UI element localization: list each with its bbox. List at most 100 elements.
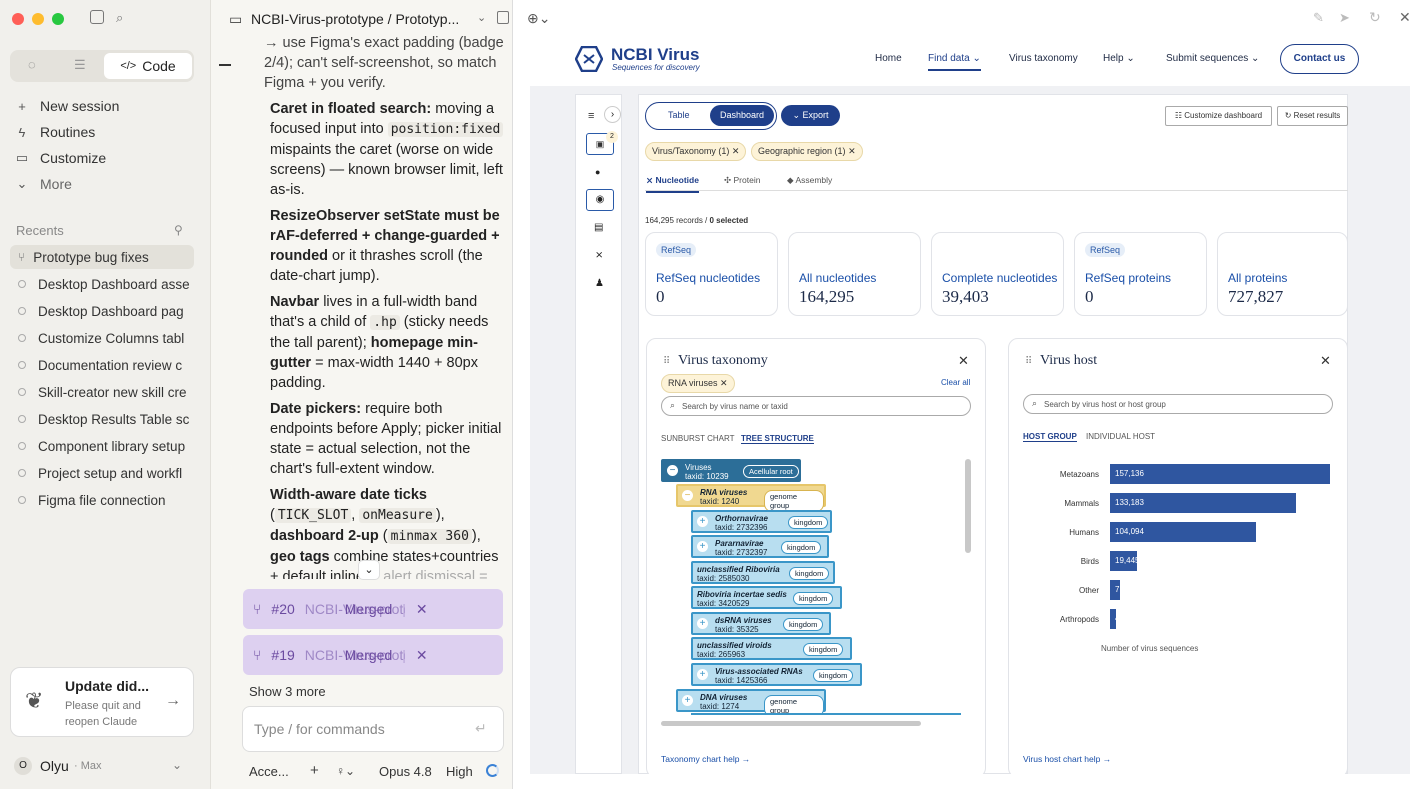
taxonomy-help-link[interactable]: Taxonomy chart help → [661,754,750,764]
nav-virus-taxonomy[interactable]: Virus taxonomy [1009,53,1078,64]
chevron-down-icon[interactable]: ⌄ [172,758,182,772]
close-icon[interactable]: ✕ [416,601,428,618]
tree-node[interactable]: + Orthornavirae taxid: 2732396 kingdom [691,510,832,533]
stat-card[interactable]: All nucleotides 164,295 [788,232,921,316]
more-button[interactable]: ⌄ More [14,173,72,195]
search-icon[interactable]: ⌕ [116,10,123,26]
bar[interactable]: 4,508 [1110,609,1135,629]
tree-node[interactable]: + Virus-associated RNAs taxid: 1425366 king… [691,663,862,686]
nav-home[interactable]: Home [875,53,902,64]
nav-help[interactable]: Help ⌄ [1103,53,1135,64]
avatar[interactable]: O [14,757,32,775]
user-name[interactable]: Olyu [40,758,69,774]
host-icon[interactable]: ♟ [595,278,604,289]
tree-node[interactable]: + DNA viruses taxid: 1274 genome group [676,689,826,715]
drag-handle-icon[interactable]: ⠿ [1025,356,1032,367]
stat-card[interactable]: All proteins 727,827 [1217,232,1348,316]
zoom-window-button[interactable] [52,13,64,25]
effort-selector[interactable]: High [446,764,473,779]
geography-icon[interactable]: ◉ [586,189,614,211]
nav-submit[interactable]: Submit sequences ⌄ [1166,53,1259,64]
routines-button[interactable]: ϟ Routines [14,121,96,143]
tab-table[interactable]: Table [668,110,690,120]
tab-individual-host[interactable]: INDIVIDUAL HOST [1086,432,1155,441]
chevron-down-icon[interactable]: ⌄ [477,11,486,24]
stat-card[interactable]: Complete nucleotides 39,403 [931,232,1064,316]
sidebar-toggle-icon[interactable] [90,10,104,24]
tab-protein[interactable]: ✣ Protein [724,175,760,186]
tab-assembly[interactable]: ◆ Assembly [787,175,832,186]
recent-item[interactable]: Figma file connection [10,488,194,512]
host-search-input[interactable]: ⌕ Search by virus host or host group [1023,394,1333,414]
filter-chip[interactable]: Geographic region (1) ✕ [751,142,863,161]
tree-node[interactable]: Riboviria incertae sedis taxid: 3420529 ki… [691,586,842,609]
dna-icon[interactable]: ⨯ [595,250,603,261]
minimize-window-button[interactable] [32,13,44,25]
microphone-icon[interactable]: ♀⌄ [336,764,355,778]
contact-us-button[interactable]: Contact us [1280,44,1359,74]
globe-icon[interactable]: ⊕⌄ [527,10,550,27]
scroll-down-button[interactable]: ⌄ [358,560,380,580]
check-icon[interactable]: ● [595,167,600,177]
close-icon[interactable]: ✕ [848,146,856,156]
close-icon[interactable]: ✕ [720,378,728,388]
tree-node[interactable]: unclassified Riboviria taxid: 2585030 king… [691,561,835,584]
reset-results-button[interactable]: ↻ Reset results [1277,106,1348,126]
recent-item[interactable]: Component library setup [10,434,194,458]
calendar-icon[interactable]: ▤ [594,222,603,233]
pencil-icon[interactable]: ✎ [1313,10,1324,26]
close-icon[interactable]: ✕ [416,647,428,664]
recent-item[interactable]: Desktop Dashboard pag [10,299,194,323]
tree-node[interactable]: unclassified viroids taxid: 265963 kingdom [691,637,852,660]
clear-all-link[interactable]: Clear all [941,378,970,387]
stat-card[interactable]: RefSeq RefSeq proteins 0 [1074,232,1207,316]
pull-request-card[interactable]: ⑂ #20 NCBI-Virus-prototype Merged | ✕ [243,589,503,629]
stat-card[interactable]: RefSeq RefSeq nucleotides 0 [645,232,778,316]
ncbi-logo[interactable] [574,45,604,73]
panel-toggle-icon[interactable] [497,11,509,24]
tab-dashboard[interactable]: Dashboard [710,105,774,126]
horizontal-scrollbar[interactable] [661,721,921,726]
tree-node[interactable]: + dsRNA viruses taxid: 35325 kingdom [691,612,831,635]
filter-icon[interactable]: ⚲ [174,223,183,237]
taxonomy-chip[interactable]: RNA viruses ✕ [661,374,735,393]
bar[interactable]: 104,094 [1110,522,1256,542]
expand-icon[interactable]: › [604,106,621,123]
tab-sunburst[interactable]: SUNBURST CHART [661,434,735,443]
bar[interactable]: 157,136 [1110,464,1330,484]
tree-node[interactable]: + Pararnavirae taxid: 2732397 kingdom [691,535,829,558]
bar[interactable]: 7,159 [1110,580,1135,600]
prompt-input[interactable]: Type / for commands ↵ [242,706,504,752]
bar[interactable]: 19,445 [1110,551,1139,571]
recent-item[interactable]: Documentation review c [10,353,194,377]
recent-item[interactable]: Customize Columns tabl [10,326,194,350]
recent-item[interactable]: Project setup and workfl [10,461,194,485]
update-notice[interactable]: ❦ Update did... Please quit and reopen C… [10,667,194,737]
chat-icon[interactable]: ◌ [28,57,36,72]
tab-host-group[interactable]: HOST GROUP [1023,432,1077,442]
tab-tree[interactable]: TREE STRUCTURE [741,434,814,444]
close-icon[interactable]: ✕ [732,146,740,156]
model-selector[interactable]: Opus 4.8 [379,764,432,779]
filter-chip[interactable]: Virus/Taxonomy (1) ✕ [645,142,747,161]
export-button[interactable]: ⌄ Export [781,105,840,126]
recent-item[interactable]: Skill-creator new skill cre [10,380,194,404]
session-title[interactable]: NCBI-Virus-prototype / Prototyp... [251,11,459,27]
host-help-link[interactable]: Virus host chart help → [1023,754,1111,764]
recent-item[interactable]: ⑂ Prototype bug fixes [10,245,194,269]
reload-icon[interactable]: ↻ [1369,9,1381,26]
close-icon[interactable]: ✕ [1320,353,1331,369]
tree-node[interactable]: − RNA viruses taxid: 1240 genome group [676,484,826,512]
filter-icon[interactable]: ≡ [588,110,594,122]
site-title[interactable]: NCBI Virus [611,45,700,65]
recent-item[interactable]: Desktop Results Table sc [10,407,194,431]
nav-find-data[interactable]: Find data ⌄ [928,53,981,71]
drag-handle-icon[interactable]: ⠿ [663,356,670,367]
tree-node[interactable]: − Viruses taxid: 10239 Acellular root [661,459,801,482]
pull-request-card[interactable]: ⑂ #19 NCBI-Virus-prototype Merged | ✕ [243,635,503,675]
access-button[interactable]: Acce... [249,764,289,779]
close-window-button[interactable] [12,13,24,25]
close-icon[interactable]: ✕ [1399,9,1411,26]
recent-item[interactable]: Desktop Dashboard asse [10,272,194,296]
new-session-button[interactable]: + New session [14,95,119,117]
